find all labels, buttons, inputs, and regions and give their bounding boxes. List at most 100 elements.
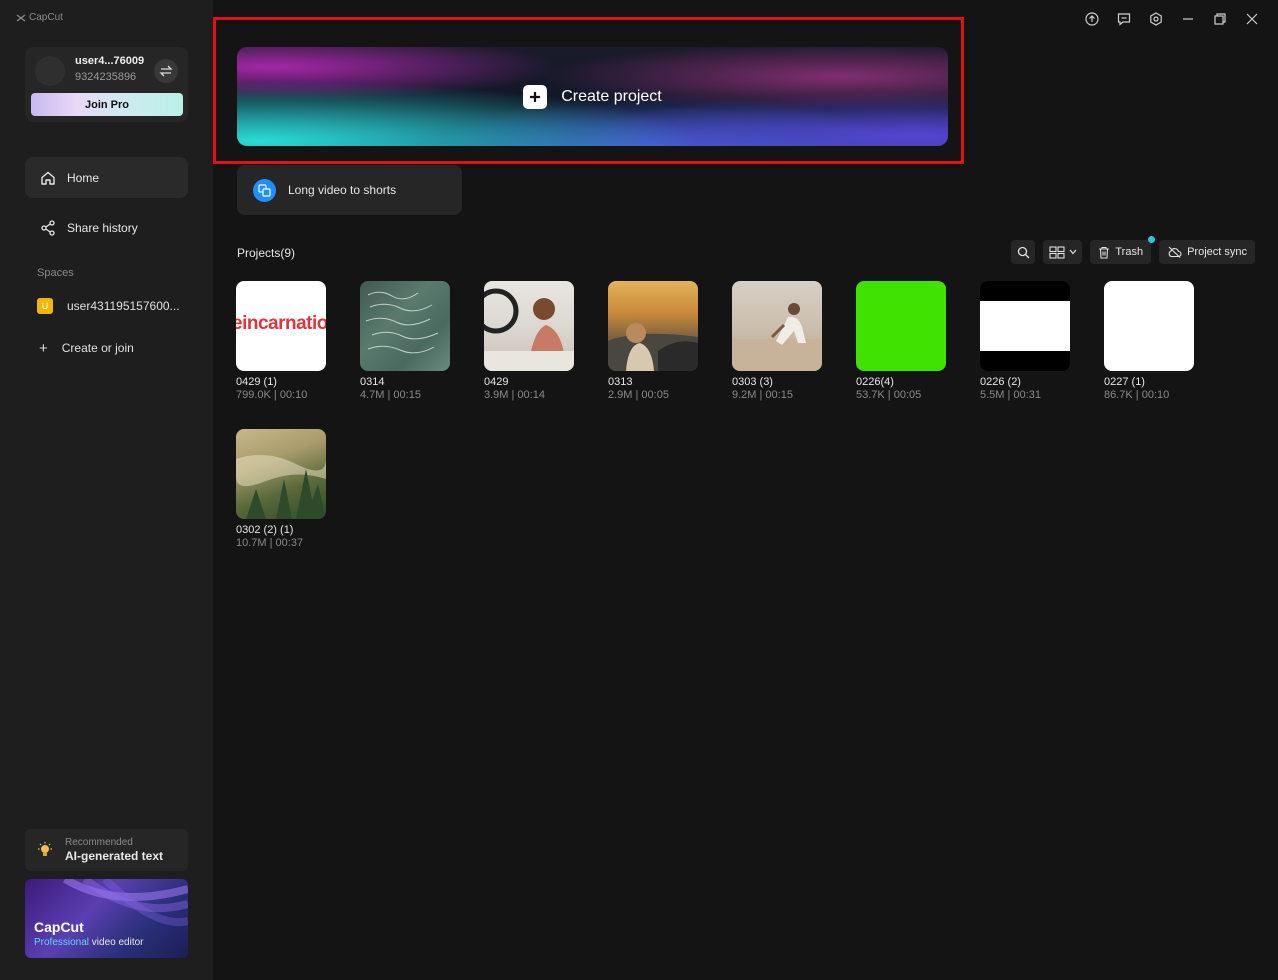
- window-controls: [1076, 10, 1268, 28]
- home-icon: [39, 169, 57, 187]
- promo-subtitle: Professional video editor: [34, 937, 144, 948]
- close-icon: [1246, 13, 1258, 25]
- project-card[interactable]: 0226(4) 53.7K | 00:05: [856, 281, 946, 401]
- project-thumbnail[interactable]: [856, 281, 946, 371]
- woman-ring-light-image: [484, 288, 574, 371]
- car-sunset-image: [608, 323, 698, 371]
- app-logo: CapCut: [16, 12, 63, 23]
- trash-icon: [1099, 246, 1110, 259]
- recommended-title: AI-generated text: [65, 849, 164, 863]
- sidebar-item-home[interactable]: Home: [25, 157, 188, 198]
- project-card[interactable]: 0303 (3) 9.2M | 00:15: [732, 281, 822, 401]
- avatar[interactable]: [35, 56, 65, 86]
- cloud-sync-off-icon: [1168, 246, 1182, 258]
- project-name: 0429 (1): [236, 376, 277, 388]
- space-item[interactable]: U user431195157600...: [25, 293, 188, 319]
- long-video-icon: [253, 178, 276, 202]
- settings-button[interactable]: [1140, 10, 1172, 28]
- project-thumbnail[interactable]: eincarnatio: [236, 281, 326, 371]
- switch-account-button[interactable]: [154, 59, 178, 83]
- app-title: CapCut: [29, 12, 63, 23]
- sidebar-item-share-history[interactable]: Share history: [25, 207, 188, 248]
- project-sync-button[interactable]: Project sync: [1159, 240, 1255, 264]
- sidebar: CapCut user4...76009 9324235896 Join Pro…: [0, 0, 213, 980]
- promo-title: CapCut: [34, 919, 84, 935]
- project-card[interactable]: 0313 2.9M | 00:05: [608, 281, 698, 401]
- project-card[interactable]: 0429 3.9M | 00:14: [484, 281, 574, 401]
- project-card[interactable]: 0302 (2) (1) 10.7M | 00:37: [236, 429, 326, 549]
- project-name: 0226(4): [856, 376, 894, 388]
- feedback-icon: [1117, 13, 1131, 26]
- project-thumbnail[interactable]: [360, 281, 450, 371]
- minimize-button[interactable]: [1172, 10, 1204, 28]
- promo-banner[interactable]: CapCut Professional video editor: [25, 879, 188, 958]
- search-button[interactable]: [1011, 240, 1036, 264]
- recommended-card[interactable]: Recommended AI-generated text: [25, 829, 188, 871]
- space-badge: U: [37, 298, 53, 314]
- search-icon: [1017, 246, 1030, 258]
- capcut-logo-icon: [16, 13, 26, 22]
- gear-icon: [1150, 12, 1162, 26]
- project-card[interactable]: 0227 (1) 86.7K | 00:10: [1104, 281, 1194, 401]
- restore-icon: [1214, 13, 1226, 25]
- project-thumbnail[interactable]: [1104, 281, 1194, 371]
- project-thumbnail[interactable]: [608, 281, 698, 371]
- project-name: 0302 (2) (1): [236, 524, 294, 536]
- restore-button[interactable]: [1204, 10, 1236, 28]
- feedback-button[interactable]: [1108, 10, 1140, 28]
- project-thumbnail[interactable]: [484, 281, 574, 371]
- minimize-icon: [1183, 18, 1193, 20]
- upload-icon: [1085, 12, 1099, 26]
- project-card[interactable]: 0314 4.7M | 00:15: [360, 281, 450, 401]
- space-item-label: user431195157600...: [67, 299, 180, 313]
- thumbnail-white-band: [980, 301, 1070, 351]
- project-meta: 3.9M | 00:14: [484, 389, 545, 401]
- project-name: 0313: [608, 376, 633, 388]
- close-button[interactable]: [1236, 10, 1268, 28]
- promo-subtitle-rest: video editor: [89, 937, 144, 948]
- chevron-down-icon: [1069, 249, 1077, 255]
- project-card[interactable]: 0226 (2) 5.5M | 00:31: [980, 281, 1070, 401]
- sidebar-item-label: Share history: [67, 220, 138, 235]
- share-icon: [39, 219, 57, 237]
- recommended-label: Recommended: [65, 837, 133, 848]
- misty-forest-image: [236, 455, 326, 519]
- chalkboard-image: [365, 291, 439, 354]
- join-pro-button[interactable]: Join Pro: [31, 93, 183, 116]
- project-meta: 10.7M | 00:37: [236, 537, 304, 549]
- project-meta: 86.7K | 00:10: [1104, 389, 1170, 401]
- project-card[interactable]: eincarnatio 0429 (1) 799.0K | 00:10: [236, 281, 326, 401]
- plus-icon: +: [39, 339, 48, 357]
- trash-button[interactable]: Trash: [1090, 236, 1156, 264]
- create-or-join-button[interactable]: + Create or join: [25, 336, 188, 360]
- upload-button[interactable]: [1076, 10, 1108, 28]
- project-name: 0303 (3): [732, 376, 773, 388]
- project-meta: 53.7K | 00:05: [856, 389, 922, 401]
- promo-subtitle-accent: Professional: [34, 937, 90, 948]
- project-thumbnail[interactable]: [236, 429, 326, 519]
- beach-man-image: [732, 303, 822, 371]
- project-name: 0226 (2): [980, 376, 1021, 388]
- trash-label: Trash: [1115, 246, 1144, 258]
- project-meta: 2.9M | 00:05: [608, 389, 669, 401]
- highlight-annotation-box: [213, 17, 964, 164]
- create-or-join-label: Create or join: [61, 341, 134, 355]
- project-thumbnail[interactable]: [980, 281, 1070, 371]
- project-sync-label: Project sync: [1187, 246, 1247, 258]
- project-name: 0314: [360, 376, 385, 388]
- project-thumbnail[interactable]: [732, 281, 822, 371]
- long-video-label: Long video to shorts: [288, 183, 397, 197]
- swap-icon: [159, 65, 173, 77]
- user-name: user4...76009: [75, 55, 145, 67]
- view-mode-dropdown[interactable]: [1043, 240, 1083, 264]
- sidebar-item-label: Home: [67, 170, 100, 185]
- thumbnail-text: eincarnatio: [236, 313, 326, 334]
- user-id: 9324235896: [75, 71, 137, 83]
- user-card: user4...76009 9324235896 Join Pro: [25, 47, 188, 122]
- project-meta: 4.7M | 00:15: [360, 389, 421, 401]
- spaces-label: Spaces: [37, 267, 74, 279]
- lightbulb-icon: [38, 842, 52, 856]
- project-meta: 799.0K | 00:10: [236, 389, 308, 401]
- long-video-to-shorts-button[interactable]: Long video to shorts: [237, 165, 462, 215]
- project-name: 0227 (1): [1104, 376, 1145, 388]
